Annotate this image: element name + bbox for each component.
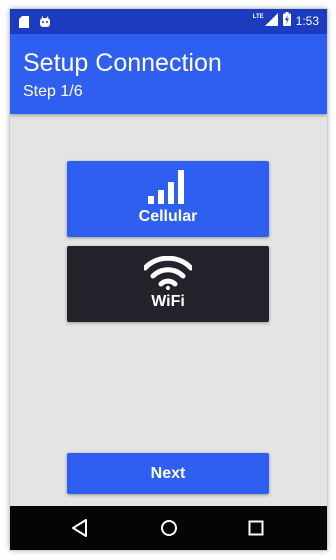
android-icon bbox=[39, 15, 51, 33]
phone-screen: LTE 1:53 Setup Connection Step 1/6 Cellu… bbox=[10, 9, 327, 550]
step-indicator: Step 1/6 bbox=[23, 83, 83, 100]
status-right-group: LTE 1:53 bbox=[252, 12, 319, 31]
wifi-label: WiFi bbox=[151, 293, 185, 310]
navigation-bar bbox=[10, 506, 327, 550]
wifi-button[interactable]: WiFi bbox=[67, 246, 269, 322]
recents-icon[interactable] bbox=[244, 516, 268, 540]
page-title: Setup Connection bbox=[23, 49, 222, 77]
cellular-signal-icon bbox=[148, 170, 188, 209]
network-type-label: LTE bbox=[252, 14, 264, 20]
cellular-button[interactable]: Cellular bbox=[67, 161, 269, 237]
signal-icon bbox=[264, 12, 278, 31]
wifi-icon bbox=[142, 255, 194, 295]
sd-card-icon bbox=[19, 15, 29, 33]
next-button[interactable]: Next bbox=[67, 453, 269, 494]
cellular-label: Cellular bbox=[138, 208, 198, 225]
home-icon[interactable] bbox=[157, 516, 181, 540]
battery-charging-icon bbox=[282, 12, 291, 31]
back-icon[interactable] bbox=[68, 516, 92, 540]
app-bar: Setup Connection Step 1/6 bbox=[10, 34, 327, 114]
status-time: 1:53 bbox=[295, 14, 319, 28]
status-bar: LTE 1:53 bbox=[10, 9, 327, 34]
